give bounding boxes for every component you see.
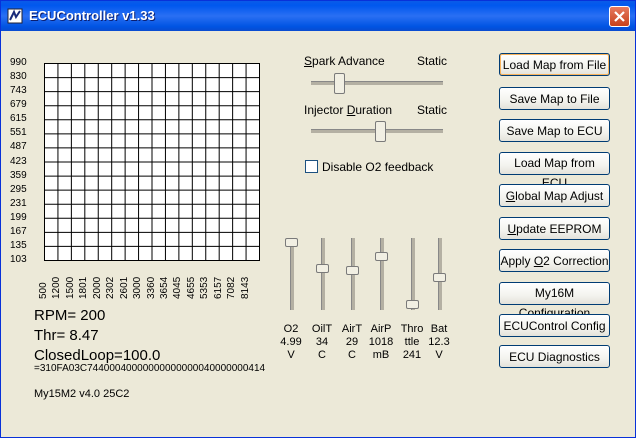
ecucontrol-config-button[interactable]: ECUControl Config xyxy=(499,314,610,337)
y-tick-label: 103 xyxy=(10,254,27,265)
x-tick-label: 2601 xyxy=(118,276,130,299)
slider-thumb[interactable] xyxy=(333,73,345,94)
slider-thumb[interactable] xyxy=(406,299,419,309)
spark-advance-label-hotkey: S xyxy=(304,54,313,68)
gauge-thro-readout: Thro ttle 241 xyxy=(400,323,424,361)
slider-track xyxy=(311,81,443,85)
my16m-configuration-button[interactable]: My16M Configuration xyxy=(499,282,610,320)
fuel-map-grid[interactable] xyxy=(44,63,260,261)
injector-label-c: uration xyxy=(355,103,393,117)
y-tick-label: 615 xyxy=(10,113,27,125)
save-map-to-file-button[interactable]: Save Map to File xyxy=(499,87,610,110)
x-tick-label: 500 xyxy=(38,282,49,299)
injector-mode-label: Static xyxy=(417,103,448,117)
spark-mode-label: Static xyxy=(417,54,448,68)
x-tick-label: 5353 xyxy=(199,276,211,299)
gauge-thro-slider[interactable] xyxy=(406,238,420,310)
gauge-bat-readout: Bat 12.3 V xyxy=(428,323,450,361)
gauge-oilt-slider[interactable] xyxy=(316,238,330,310)
global-map-adjust-button[interactable]: Global Map Adjust xyxy=(499,184,610,207)
hex-readout: =310FA03C7440004000000000000004000000041… xyxy=(34,363,266,374)
spark-advance-slider[interactable] xyxy=(311,72,443,94)
slider-thumb[interactable] xyxy=(346,266,359,276)
slider-track xyxy=(321,238,325,310)
x-tick-label: 2000 xyxy=(91,276,103,299)
x-tick-label: 6157 xyxy=(212,276,224,299)
gauge-airt-readout: AirT 29 C xyxy=(341,323,363,361)
x-tick-label: 4655 xyxy=(185,276,197,299)
y-tick-label: 551 xyxy=(10,127,27,139)
rpm-readout: RPM= 200 xyxy=(34,307,106,324)
throttle-readout: Thr= 8.47 xyxy=(34,327,99,344)
title-bar[interactable]: ECUController v1.33 xyxy=(1,1,635,31)
injector-duration-label: Injector Duration xyxy=(304,103,392,117)
save-map-to-ecu-button[interactable]: Save Map to ECU xyxy=(499,119,610,142)
slider-thumb[interactable] xyxy=(375,251,388,261)
x-tick-label: 2302 xyxy=(105,276,117,299)
spark-advance-label: Spark Advance xyxy=(304,54,385,68)
slider-track xyxy=(290,238,294,310)
y-tick-label: 487 xyxy=(10,141,27,153)
slider-thumb[interactable] xyxy=(316,264,329,274)
y-tick-label: 135 xyxy=(10,239,27,251)
x-tick-label: 7082 xyxy=(226,276,238,299)
app-icon xyxy=(7,8,23,24)
window-title: ECUController v1.33 xyxy=(29,8,155,23)
y-tick-label: 743 xyxy=(10,85,27,97)
apply-o2-correction-button[interactable]: Apply O2 Correction xyxy=(499,249,610,272)
ecu-diagnostics-button[interactable]: ECU Diagnostics xyxy=(499,345,610,368)
slider-thumb[interactable] xyxy=(285,238,298,247)
x-tick-label: 1200 xyxy=(51,276,63,299)
version-label: My15M2 v4.0 25C2 xyxy=(34,388,130,400)
gauge-o2-slider[interactable] xyxy=(285,238,299,310)
gauge-bat-slider[interactable] xyxy=(433,238,447,310)
y-tick-label: 679 xyxy=(10,99,27,111)
x-tick-label: 4045 xyxy=(172,276,184,299)
y-tick-label: 199 xyxy=(10,211,27,223)
gauge-airp-readout: AirP 1018 mB xyxy=(368,323,394,361)
x-tick-label: 3654 xyxy=(158,276,170,299)
slider-thumb[interactable] xyxy=(433,272,446,282)
app-window: ECUController v1.33 990 830 743 679 615 551 48… xyxy=(0,0,636,438)
injector-duration-slider[interactable] xyxy=(311,120,443,142)
x-tick-label: 3000 xyxy=(132,276,144,299)
spark-advance-label-rest: park Advance xyxy=(312,54,385,68)
gauge-airp-slider[interactable] xyxy=(375,238,389,310)
x-tick-label: 8143 xyxy=(239,276,251,299)
load-map-from-ecu-button[interactable]: Load Map from ECU xyxy=(499,152,610,190)
update-eeprom-button[interactable]: Update EEPROM xyxy=(499,217,610,240)
injector-label-a: Injector xyxy=(304,103,347,117)
x-tick-label: 3360 xyxy=(145,276,157,299)
y-tick-label: 830 xyxy=(10,71,27,83)
y-tick-label: 167 xyxy=(10,225,27,237)
slider-thumb[interactable] xyxy=(375,121,387,142)
y-tick-label: 295 xyxy=(10,183,27,195)
y-tick-label: 423 xyxy=(10,155,27,167)
gauge-o2-readout: O2 4.99 V xyxy=(280,323,302,361)
x-tick-label: 1801 xyxy=(78,276,90,299)
gauge-oilt-readout: OilT 34 C xyxy=(311,323,333,361)
disable-o2-feedback-checkbox[interactable] xyxy=(305,160,318,173)
x-tick-label: 1500 xyxy=(64,276,76,299)
y-tick-label: 990 xyxy=(10,57,27,68)
disable-o2-feedback-label[interactable]: Disable O2 feedback xyxy=(322,160,433,174)
closed-loop-readout: ClosedLoop=100.0 xyxy=(34,347,161,364)
y-tick-label: 359 xyxy=(10,169,27,181)
slider-track xyxy=(380,238,384,310)
close-icon xyxy=(614,11,625,22)
load-map-from-file-button[interactable]: Load Map from File xyxy=(499,53,610,76)
gauge-airt-slider[interactable] xyxy=(346,238,360,310)
close-button[interactable] xyxy=(609,6,630,27)
y-tick-label: 231 xyxy=(10,197,27,209)
